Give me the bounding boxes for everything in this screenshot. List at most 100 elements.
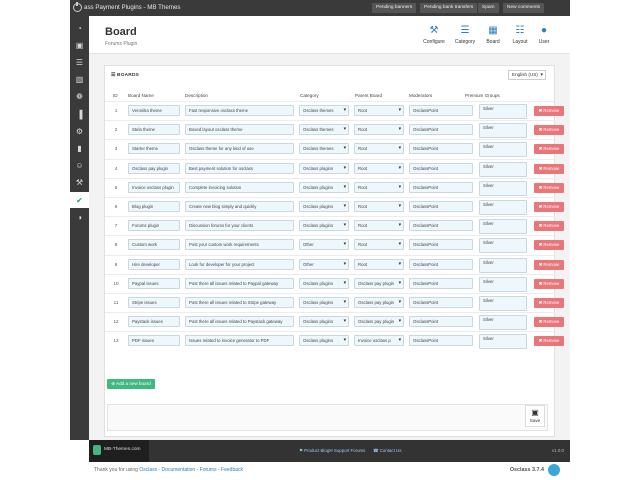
moderators-input[interactable]: OsclassPoint — [409, 258, 473, 270]
save-button[interactable]: ▣ Save — [525, 405, 545, 427]
category-select[interactable]: Osclass plugins — [299, 316, 349, 328]
board-name-input[interactable]: Osclass pay plugin — [128, 162, 180, 174]
parent-board-select[interactable]: Root — [354, 258, 404, 270]
remove-button[interactable]: ✖ Remove — [534, 202, 564, 212]
remove-button[interactable]: ✖ Remove — [534, 125, 564, 136]
sidebar-item-0[interactable]: ◔ — [70, 20, 89, 36]
moderators-input[interactable]: OsclassPoint — [409, 297, 473, 308]
premium-groups-select[interactable]: Silver — [479, 200, 527, 215]
sidebar-item-4[interactable]: ❁ — [70, 89, 89, 105]
parent-board-select[interactable]: Invoice osclass p — [354, 335, 404, 347]
add-board-button[interactable]: ⊕ Add a new board — [107, 379, 155, 389]
moderators-input[interactable]: OsclassPoint — [409, 181, 473, 193]
parent-board-select[interactable]: Osclass pay plugin — [354, 297, 404, 308]
description-input[interactable]: Post there all issues related to Paystac… — [185, 316, 294, 328]
header-button-configure[interactable]: ⚒ Configure — [419, 26, 449, 46]
footer-logo[interactable]: MB-Themes.com — [89, 440, 149, 462]
topbar-pill-2[interactable]: Spam — [478, 3, 499, 13]
description-input[interactable]: Boxed layout osclass theme — [185, 124, 294, 136]
category-select[interactable]: Other — [299, 239, 349, 251]
description-input[interactable]: Look for developer for your project — [185, 258, 294, 270]
premium-groups-select[interactable]: Silver — [479, 334, 527, 350]
sidebar-item-1[interactable]: ▣ — [70, 37, 89, 53]
remove-button[interactable]: ✖ Remove — [534, 240, 564, 251]
premium-groups-select[interactable]: Silver — [479, 123, 527, 139]
product-blog-link[interactable]: ⚑ Product Blog — [299, 448, 329, 454]
parent-board-select[interactable]: Root — [354, 162, 404, 174]
moderators-input[interactable]: OsclassPoint — [409, 316, 473, 328]
premium-groups-select[interactable]: Silver — [479, 315, 527, 331]
board-name-input[interactable]: Starter theme — [128, 143, 180, 155]
remove-button[interactable]: ✖ Remove — [534, 278, 564, 289]
category-select[interactable]: Osclass themes — [299, 124, 349, 136]
moderators-input[interactable]: OsclassPoint — [409, 162, 473, 174]
board-name-input[interactable]: Forums plugin — [128, 220, 180, 232]
category-select[interactable]: Osclass themes — [299, 105, 349, 116]
parent-board-select[interactable]: Root — [354, 201, 404, 212]
topbar-pill-0[interactable]: Pending banners — [372, 3, 417, 13]
description-input[interactable]: Create new blog simply and quickly — [185, 201, 294, 212]
premium-groups-select[interactable]: Silver — [479, 257, 527, 273]
sidebar-item-5[interactable]: ▐ — [70, 106, 89, 122]
sidebar-item-9[interactable]: ⚒ — [70, 175, 89, 191]
premium-groups-select[interactable]: Silver — [479, 161, 527, 177]
category-select[interactable]: Osclass plugins — [299, 277, 349, 289]
description-input[interactable]: Issues related to invoice generator to P… — [185, 335, 294, 347]
remove-button[interactable]: ✖ Remove — [534, 163, 564, 174]
remove-button[interactable]: ✖ Remove — [534, 259, 564, 270]
documentation-link[interactable]: Documentation — [162, 467, 196, 473]
sidebar-item-3[interactable]: ▧ — [70, 72, 89, 88]
moderators-input[interactable]: OsclassPoint — [409, 143, 473, 155]
board-name-input[interactable]: Stripe issues — [128, 297, 180, 308]
remove-button[interactable]: ✖ Remove — [534, 336, 564, 347]
remove-button[interactable]: ✖ Remove — [534, 317, 564, 328]
sidebar-item-10[interactable]: ✔ — [70, 192, 89, 208]
description-input[interactable]: Discussion forums for your clients — [185, 220, 294, 232]
parent-board-select[interactable]: Root — [354, 143, 404, 155]
premium-groups-select[interactable]: Silver — [479, 296, 527, 311]
description-input[interactable]: Complete invoicing solution — [185, 181, 294, 193]
premium-groups-select[interactable]: Silver — [479, 180, 527, 196]
board-name-input[interactable]: Paystack issues — [128, 316, 180, 328]
moderators-input[interactable]: OsclassPoint — [409, 201, 473, 212]
power-icon[interactable] — [73, 2, 82, 12]
osclass-link[interactable]: Osclass — [139, 467, 157, 473]
moderators-input[interactable]: OsclassPoint — [409, 105, 473, 116]
description-input[interactable]: Post your custom work requirements — [185, 239, 294, 251]
parent-board-select[interactable]: Root — [354, 220, 404, 232]
remove-button[interactable]: ✖ Remove — [534, 106, 564, 116]
moderators-input[interactable]: OsclassPoint — [409, 124, 473, 136]
sidebar-item-11[interactable]: ◑ — [70, 209, 89, 225]
description-input[interactable]: Post there all issues related to Paypal … — [185, 277, 294, 289]
contact-us-link[interactable]: ☎ Contact Us — [373, 448, 401, 454]
remove-button[interactable]: ✖ Remove — [534, 144, 564, 155]
site-title[interactable]: ass Payment Plugins - MB Themes — [84, 4, 181, 11]
parent-board-select[interactable]: Osclass pay plugin — [354, 277, 404, 289]
sidebar-item-8[interactable]: ☺ — [70, 158, 89, 174]
category-select[interactable]: Osclass plugins — [299, 335, 349, 347]
moderators-input[interactable]: OsclassPoint — [409, 239, 473, 251]
description-input[interactable]: Post there all issues related to Stripe … — [185, 297, 294, 308]
moderators-input[interactable]: OsclassPoint — [409, 220, 473, 232]
header-button-board[interactable]: ▦ Board — [478, 26, 508, 46]
parent-board-select[interactable]: Root — [354, 105, 404, 116]
header-button-user[interactable]: ● User — [529, 26, 559, 46]
board-name-input[interactable]: Hire developer — [128, 258, 180, 270]
premium-groups-select[interactable]: Silver — [479, 276, 527, 292]
header-button-category[interactable]: ☰ Category — [450, 26, 480, 46]
sidebar-item-7[interactable]: ▮ — [70, 140, 89, 156]
premium-groups-select[interactable]: Silver — [479, 219, 527, 235]
parent-board-select[interactable]: Osclass pay plugin — [354, 316, 404, 328]
category-select[interactable]: Osclass plugins — [299, 220, 349, 232]
topbar-pill-3[interactable]: New comments — [503, 3, 545, 13]
moderators-input[interactable]: OsclassPoint — [409, 335, 473, 347]
category-select[interactable]: Other — [299, 258, 349, 270]
support-forums-link[interactable]: ✉ Support Forums — [329, 448, 365, 454]
remove-button[interactable]: ✖ Remove — [534, 182, 564, 193]
board-name-input[interactable]: Veronika theme — [128, 105, 180, 116]
language-select[interactable]: English (US) — [508, 70, 546, 80]
premium-groups-select[interactable]: Silver — [479, 142, 527, 158]
category-select[interactable]: Osclass plugins — [299, 201, 349, 212]
remove-button[interactable]: ✖ Remove — [534, 298, 564, 308]
category-select[interactable]: Osclass themes — [299, 143, 349, 155]
